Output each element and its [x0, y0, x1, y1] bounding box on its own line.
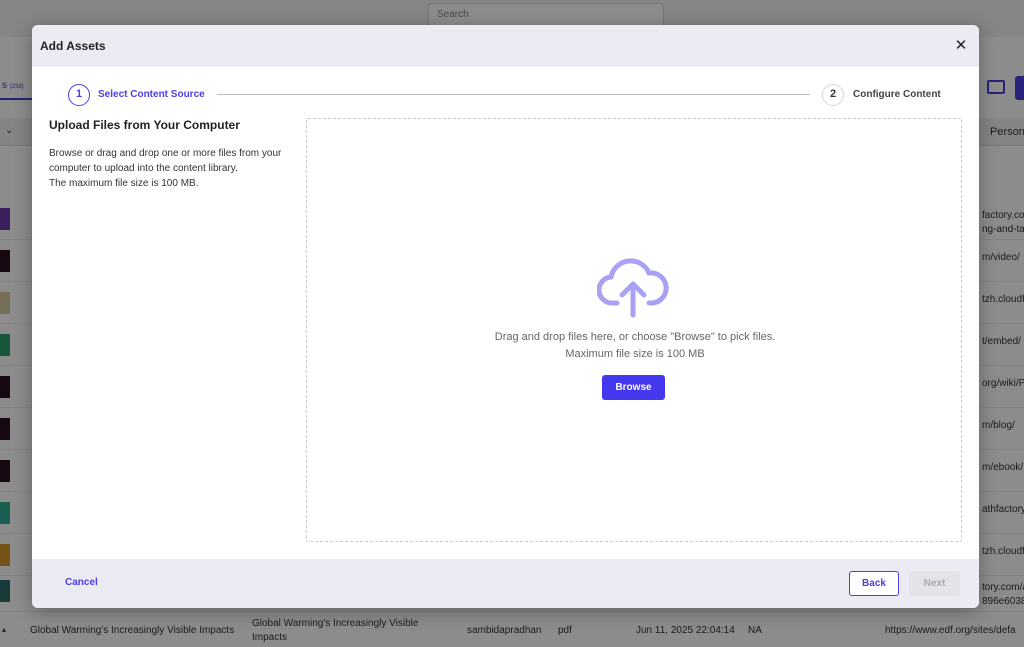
- back-button[interactable]: Back: [849, 571, 899, 596]
- cloud-upload-icon: [597, 258, 669, 318]
- upload-title: Upload Files from Your Computer: [49, 118, 240, 132]
- file-dropzone[interactable]: Drag and drop files here, or choose "Bro…: [306, 118, 962, 542]
- desc-line: computer to upload into the content libr…: [49, 163, 238, 174]
- step-connector: [217, 94, 810, 95]
- step-number: 2: [822, 84, 844, 106]
- desc-line: Browse or drag and drop one or more file…: [49, 148, 282, 159]
- cancel-button[interactable]: Cancel: [65, 577, 98, 588]
- dialog-header: Add Assets ✕: [32, 25, 979, 67]
- step-number: 1: [68, 84, 90, 106]
- step-label: Configure Content: [853, 89, 941, 100]
- dialog-title: Add Assets: [40, 39, 106, 53]
- desc-line: The maximum file size is 100 MB.: [49, 178, 199, 189]
- browse-button[interactable]: Browse: [602, 375, 665, 400]
- stepper: 1 Select Content Source 2 Configure Cont…: [68, 84, 948, 108]
- upload-info-panel: Upload Files from Your Computer Browse o…: [49, 118, 299, 191]
- step-label: Select Content Source: [98, 89, 205, 100]
- close-icon[interactable]: ✕: [952, 37, 970, 55]
- dropzone-size-limit: Maximum file size is 100 MB: [565, 348, 705, 360]
- dropzone-instructions: Drag and drop files here, or choose "Bro…: [494, 331, 776, 343]
- next-button[interactable]: Next: [909, 571, 960, 596]
- add-assets-dialog: Add Assets ✕ 1 Select Content Source 2 C…: [32, 25, 979, 608]
- dialog-footer: Cancel Back Next: [32, 559, 979, 608]
- upload-description: Browse or drag and drop one or more file…: [49, 146, 299, 191]
